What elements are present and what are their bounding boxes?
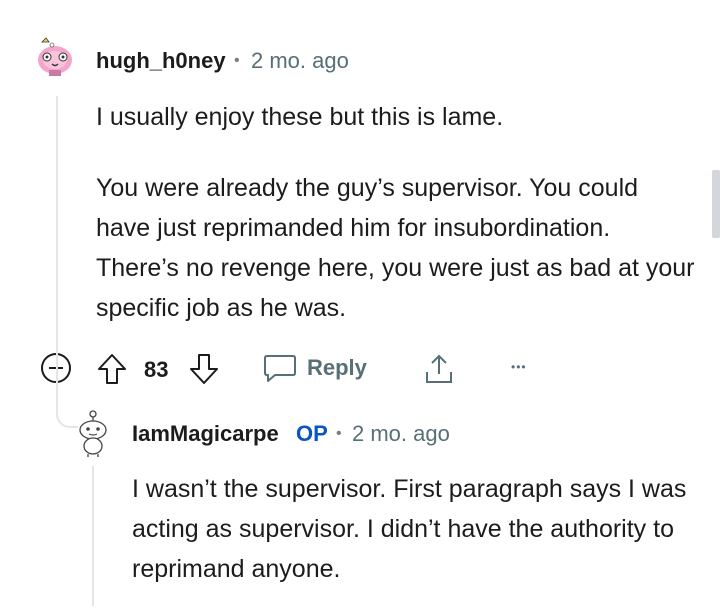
upvote-button[interactable] xyxy=(96,352,128,391)
cupcake-avatar-icon xyxy=(38,37,72,76)
reply-label: Reply xyxy=(307,355,367,380)
reply-timestamp[interactable]: 2 mo. ago xyxy=(352,421,450,447)
share-button[interactable] xyxy=(423,352,455,391)
reply-avatar[interactable] xyxy=(74,406,112,458)
reply-username[interactable]: IamMagicarpe xyxy=(132,421,279,447)
header-separator: • xyxy=(234,52,240,69)
user-avatar[interactable] xyxy=(36,36,74,76)
reply-button[interactable]: Reply xyxy=(263,353,367,383)
op-badge: OP xyxy=(296,421,328,446)
arrow-down-icon xyxy=(190,354,218,384)
reply-header-separator: • xyxy=(336,425,342,442)
share-icon xyxy=(426,354,452,383)
more-options-button[interactable]: ••• xyxy=(511,360,527,374)
comment-timestamp[interactable]: 2 mo. ago xyxy=(251,48,349,74)
scrollbar-thumb[interactable] xyxy=(712,170,720,238)
arrow-up-icon xyxy=(98,354,126,384)
downvote-button[interactable] xyxy=(188,352,220,391)
snoo-avatar-icon xyxy=(79,410,107,457)
vote-count: 83 xyxy=(144,357,169,382)
reply-connector xyxy=(56,346,78,428)
reply-text: I wasn’t the supervisor. First paragraph… xyxy=(132,475,687,583)
speech-bubble-icon xyxy=(264,355,296,382)
comment-paragraph-1: I usually enjoy these but this is lame. xyxy=(96,103,504,131)
comment-paragraph-2: You were already the guy’s supervisor. Y… xyxy=(96,174,695,322)
thread-line[interactable] xyxy=(56,96,58,346)
reply-thread-line[interactable] xyxy=(92,466,94,606)
comment-username[interactable]: hugh_h0ney xyxy=(96,48,226,74)
